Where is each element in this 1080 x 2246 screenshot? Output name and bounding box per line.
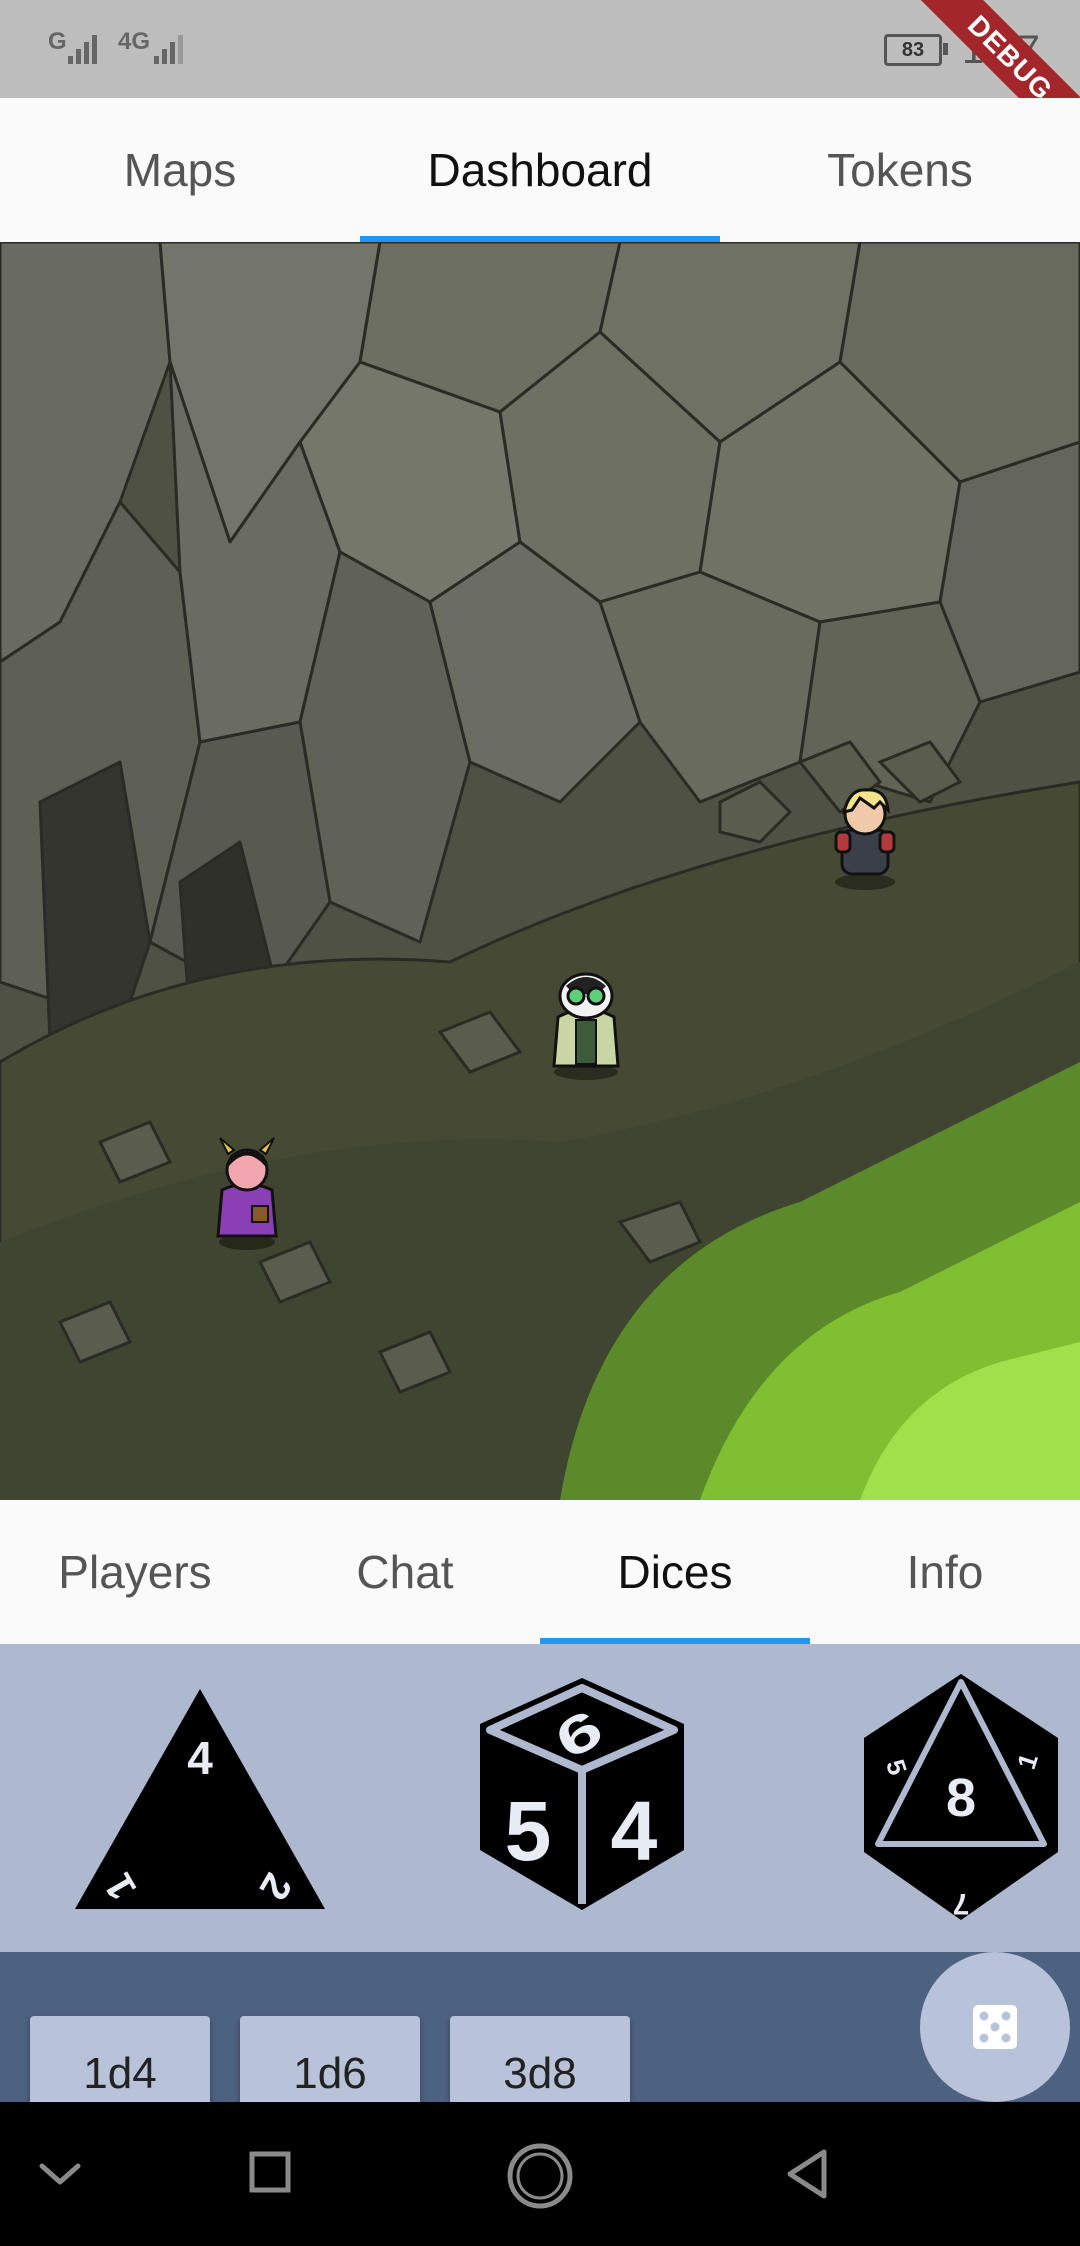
tab-chat[interactable]: Chat bbox=[270, 1500, 540, 1644]
signal-icon bbox=[154, 35, 183, 64]
d8-center-face: 8 bbox=[946, 1768, 976, 1828]
map-background bbox=[0, 242, 1080, 1500]
d6-left-face: 5 bbox=[505, 1784, 552, 1878]
tab-dashboard[interactable]: Dashboard bbox=[360, 98, 720, 242]
d6-right-face: 4 bbox=[611, 1784, 658, 1878]
home-icon[interactable] bbox=[506, 2142, 574, 2210]
back-icon[interactable] bbox=[784, 2148, 832, 2200]
chevron-down-icon[interactable] bbox=[36, 2152, 84, 2196]
signal-label: G bbox=[48, 28, 67, 55]
roll-dice-button[interactable] bbox=[920, 1952, 1070, 2102]
tab-dices[interactable]: Dices bbox=[540, 1500, 810, 1644]
d4-die[interactable]: 4 1 2 bbox=[70, 1684, 330, 1914]
d6-die[interactable]: 6 5 4 bbox=[474, 1674, 690, 1914]
horned-mage-token[interactable] bbox=[202, 1132, 292, 1252]
battle-map[interactable] bbox=[0, 242, 1080, 1500]
recents-icon[interactable] bbox=[248, 2150, 292, 2194]
d8-bottom-face: 7 bbox=[953, 1887, 970, 1920]
dice-tray: 4 1 2 6 5 4 8 5 1 7 bbox=[0, 1644, 1080, 1952]
tab-tokens[interactable]: Tokens bbox=[720, 98, 1080, 242]
d8-die[interactable]: 8 5 1 7 bbox=[858, 1672, 1064, 1922]
sub-tab-bar: Players Chat Dices Info bbox=[0, 1500, 1080, 1644]
top-tab-bar: Maps Dashboard Tokens bbox=[0, 98, 1080, 242]
dice-icon bbox=[973, 2005, 1017, 2049]
network-label: 4G bbox=[118, 28, 151, 55]
signal-icon bbox=[68, 35, 97, 64]
badger-sage-token[interactable] bbox=[536, 962, 636, 1082]
battery-icon: 83 bbox=[884, 34, 948, 66]
system-nav-bar bbox=[0, 2102, 1080, 2246]
tab-players[interactable]: Players bbox=[0, 1500, 270, 1644]
tab-info[interactable]: Info bbox=[810, 1500, 1080, 1644]
blonde-warrior-token[interactable] bbox=[820, 782, 910, 892]
status-bar: G 4G 83 1:47 DEBUG bbox=[0, 0, 1080, 98]
tab-maps[interactable]: Maps bbox=[0, 98, 360, 242]
d4-top-face: 4 bbox=[187, 1732, 213, 1784]
